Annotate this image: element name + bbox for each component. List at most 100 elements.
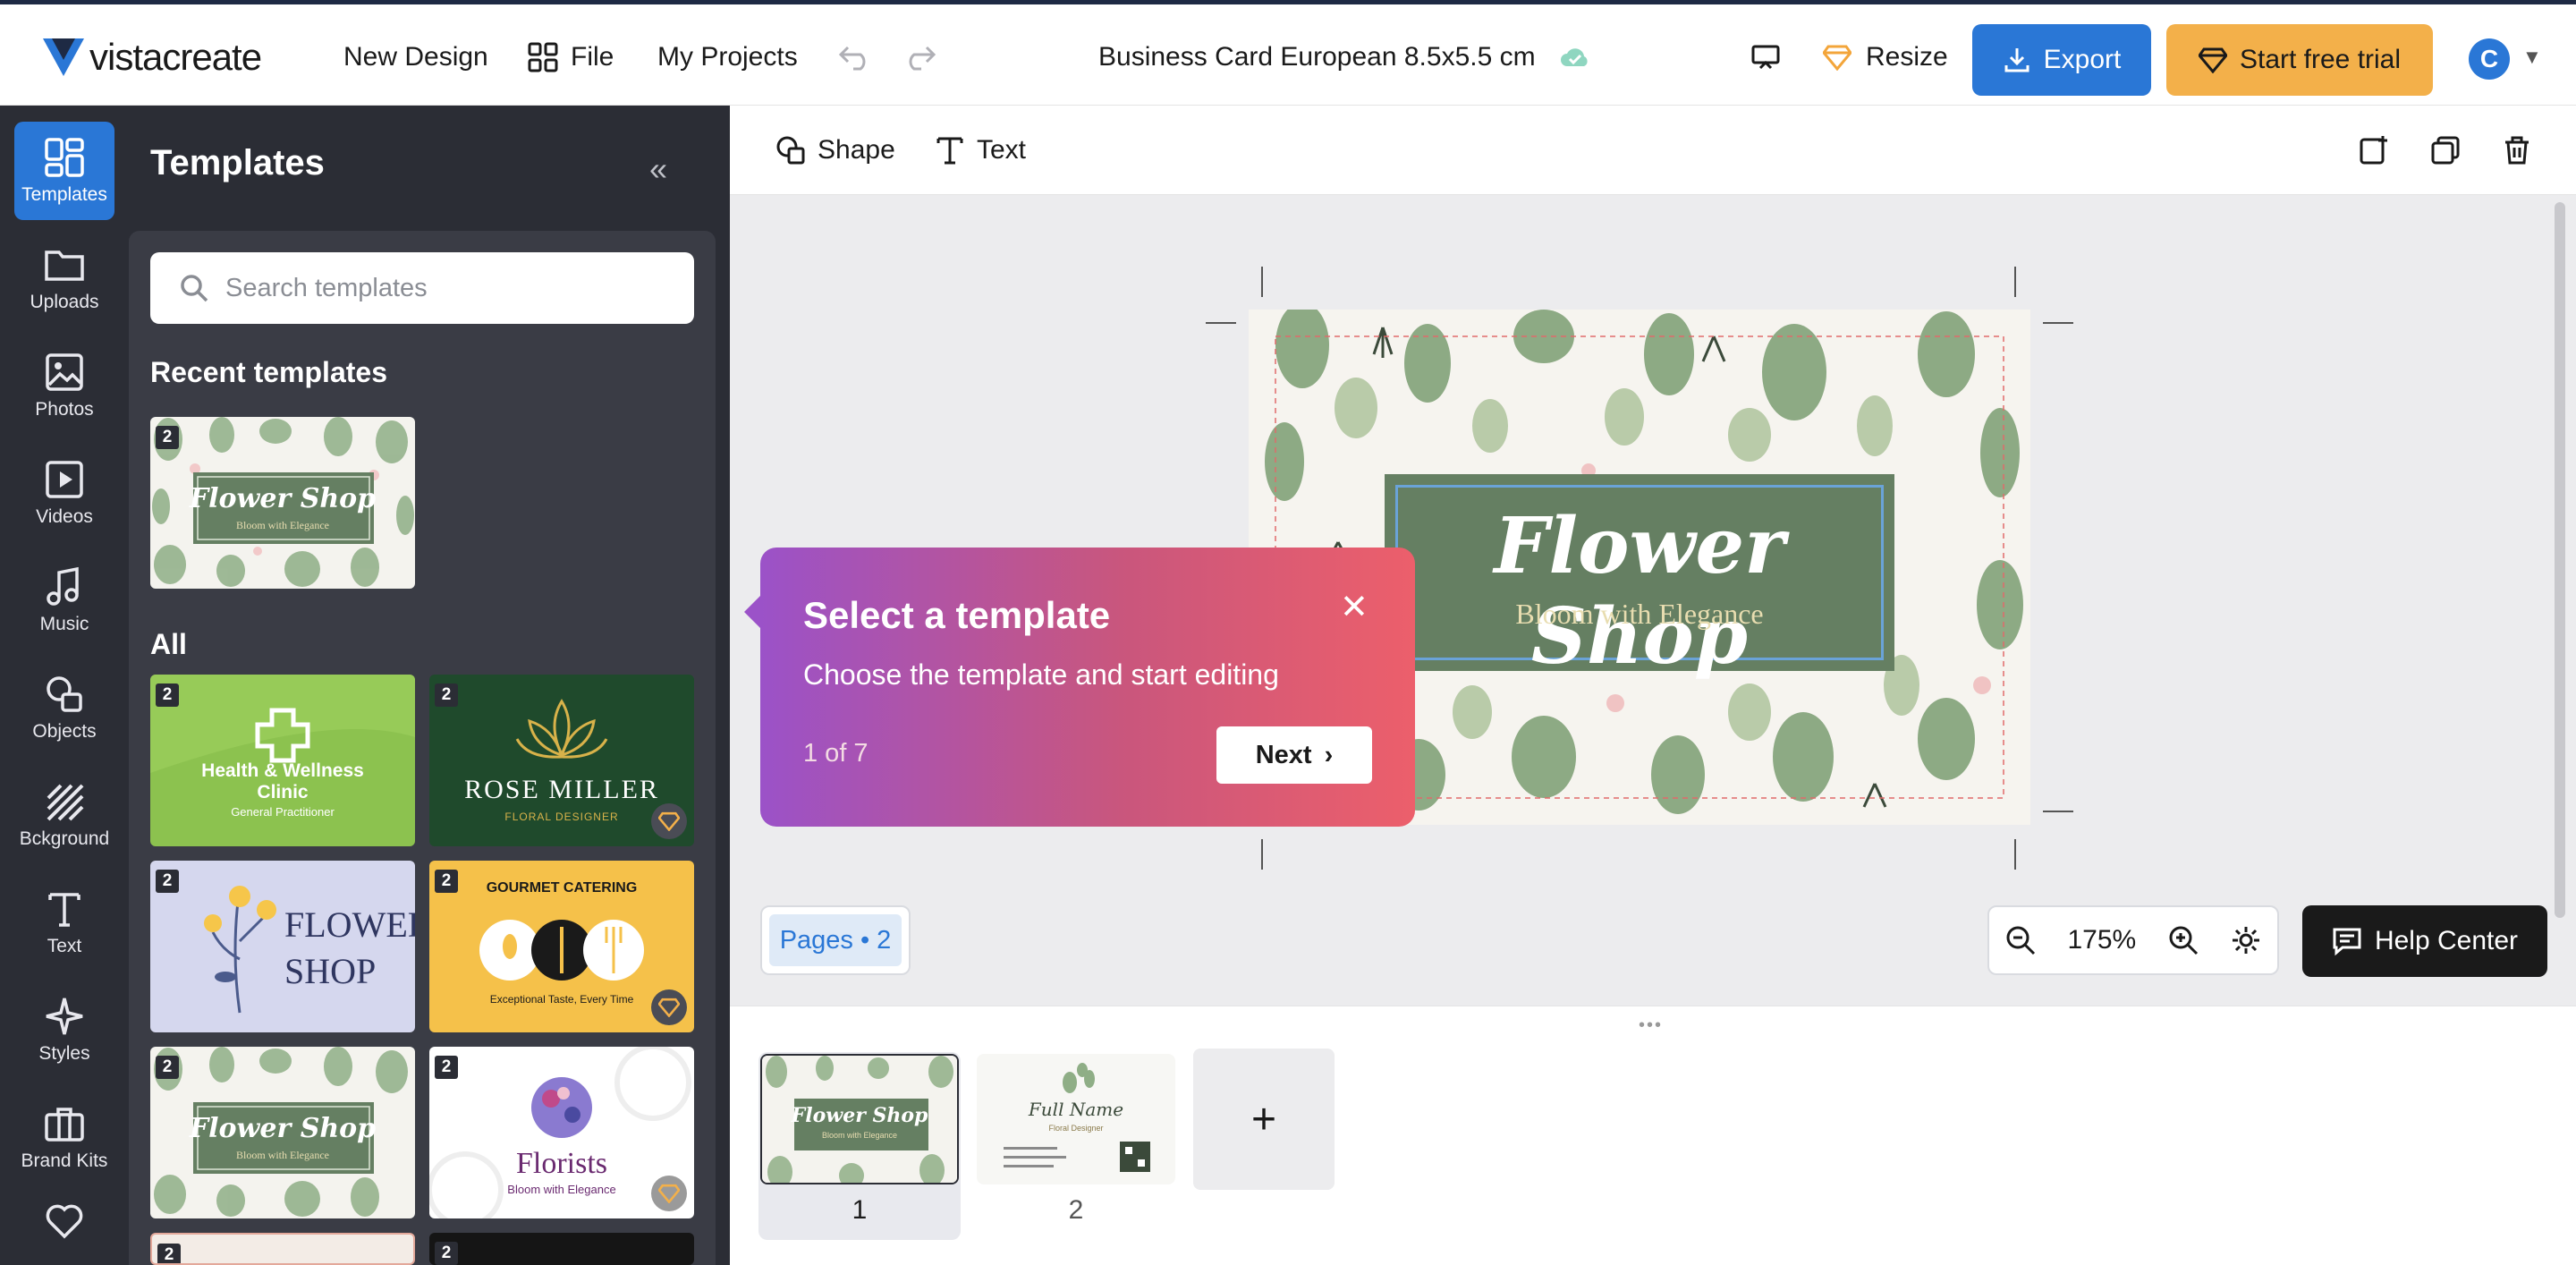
present-icon <box>1751 45 1780 70</box>
zoom-in-icon[interactable] <box>2167 924 2199 956</box>
card-title-box[interactable]: Flower Shop Bloom with Elegance <box>1385 474 1894 682</box>
recent-template-flower-shop[interactable]: Flower Shop Bloom with Elegance 2 <box>150 417 415 589</box>
page-thumbnail-2[interactable]: Full Name Floral Designer <box>977 1054 1175 1184</box>
template-health-wellness[interactable]: Health & Wellness Clinic General Practit… <box>150 675 415 846</box>
add-page-icon[interactable] <box>2358 106 2401 195</box>
heart-icon <box>46 1204 83 1239</box>
crop-mark <box>2014 839 2016 870</box>
rail-item-background[interactable]: Bckground <box>14 766 114 864</box>
rail-item-videos[interactable]: Videos <box>14 444 114 542</box>
rail-label-objects: Objects <box>32 721 97 742</box>
rail-item-photos[interactable]: Photos <box>14 336 114 435</box>
logo[interactable]: vistacreate <box>41 4 262 110</box>
my-projects-label: My Projects <box>657 42 798 72</box>
thumb-title: ROSE MILLER <box>464 775 659 804</box>
avatar-letter: C <box>2479 45 2499 72</box>
rail-item-music[interactable]: Music <box>14 551 114 649</box>
template-florists[interactable]: Florists Bloom with Elegance 2 <box>429 1047 694 1218</box>
my-projects-button[interactable]: My Projects <box>657 4 798 110</box>
template-partial-1[interactable]: 2 <box>150 1233 415 1265</box>
page-count-badge: 2 <box>156 1056 179 1079</box>
file-menu-button[interactable]: File <box>528 4 614 110</box>
rail-label-background: Bckground <box>19 828 110 849</box>
resize-handle-icon[interactable]: ••• <box>1639 1015 1663 1036</box>
search-input[interactable]: Search templates <box>150 252 694 324</box>
new-design-label: New Design <box>343 42 488 72</box>
page-thumbnail-1[interactable]: Flower Shop Bloom with Elegance <box>760 1054 959 1184</box>
pattern-icon <box>47 784 84 821</box>
pages-toggle-button[interactable]: Pages • 2 <box>760 905 911 975</box>
add-page-button[interactable]: + <box>1193 1049 1335 1190</box>
help-center-button[interactable]: Help Center <box>2302 905 2547 977</box>
settings-gear-icon[interactable] <box>2230 924 2262 956</box>
text-label: Text <box>977 135 1027 165</box>
template-rose-miller[interactable]: ROSE MILLER FLORAL DESIGNER 2 <box>429 675 694 846</box>
export-label: Export <box>2043 45 2122 74</box>
all-templates-heading: All <box>150 628 187 660</box>
rail-item-brand-kits[interactable]: Brand Kits <box>14 1088 114 1186</box>
onboarding-tooltip: Select a template Choose the template an… <box>744 548 1415 827</box>
duplicate-page-icon[interactable] <box>2429 106 2472 195</box>
grid-icon <box>45 138 84 177</box>
premium-diamond-icon <box>651 1176 687 1211</box>
redo-button[interactable] <box>902 4 937 110</box>
logo-mark-icon <box>43 38 84 76</box>
new-design-button[interactable]: New Design <box>343 4 488 110</box>
download-icon <box>2004 48 2029 72</box>
zoom-level[interactable]: 175% <box>2067 925 2136 955</box>
close-icon[interactable]: ✕ <box>1340 587 1368 627</box>
card-title[interactable]: Flower Shop <box>1385 501 1894 682</box>
collapse-panel-icon[interactable]: « <box>649 150 667 188</box>
shape-tool-button[interactable]: Shape <box>775 106 895 195</box>
present-button[interactable] <box>1750 4 1782 110</box>
redo-icon <box>909 46 936 71</box>
rail-item-text[interactable]: Text <box>14 873 114 972</box>
account-menu-chevron-icon[interactable]: ▼ <box>2522 4 2542 110</box>
delete-page-icon[interactable] <box>2501 106 2544 195</box>
rail-label-styles: Styles <box>38 1043 90 1064</box>
rail-label-photos: Photos <box>35 399 94 420</box>
panel-title: Templates <box>150 143 325 183</box>
resize-button[interactable]: Resize <box>1823 4 1948 110</box>
rail-item-favorites[interactable] <box>14 1192 114 1254</box>
crop-mark <box>2043 322 2073 324</box>
grid-icon <box>528 42 558 72</box>
export-button[interactable]: Export <box>1972 24 2151 96</box>
zoom-controls: 175% <box>1987 905 2279 975</box>
sparkle-icon <box>46 998 83 1035</box>
text-tool-button[interactable]: Text <box>934 106 1026 195</box>
thumb-subtitle: Bloom with Elegance <box>236 519 329 531</box>
thumb-subtitle: Bloom with Elegance <box>821 1131 898 1140</box>
start-free-trial-button[interactable]: Start free trial <box>2166 24 2433 96</box>
thumb-subtitle: Bloom with Elegance <box>236 1149 329 1161</box>
rail-label-uploads: Uploads <box>30 292 99 312</box>
avatar[interactable]: C <box>2469 38 2510 80</box>
tooltip-step-counter: 1 of 7 <box>803 739 869 768</box>
canvas-scrollbar[interactable] <box>2555 202 2565 918</box>
card-subtitle[interactable]: Bloom with Elegance <box>1385 598 1894 631</box>
page-count-badge: 2 <box>156 426 179 449</box>
template-flower-shop[interactable]: Flower Shop Bloom with Elegance 2 <box>150 1047 415 1218</box>
crop-mark <box>1261 267 1263 297</box>
undo-button[interactable] <box>837 4 873 110</box>
thumb-title: Health & Wellness Clinic <box>201 760 364 802</box>
thumb-title: Full Name <box>1028 1099 1124 1120</box>
tooltip-next-button[interactable]: Next › <box>1216 726 1372 784</box>
page-count-badge: 2 <box>435 1056 458 1079</box>
trial-label: Start free trial <box>2239 45 2402 74</box>
rail-item-uploads[interactable]: Uploads <box>14 229 114 327</box>
template-gourmet-catering[interactable]: GOURMET CATERING Exceptional Taste, Ever… <box>429 861 694 1032</box>
rail-item-objects[interactable]: Objects <box>14 658 114 757</box>
document-title[interactable]: Business Card European 8.5x5.5 cm <box>1098 4 1591 110</box>
rail-item-styles[interactable]: Styles <box>14 981 114 1079</box>
thumb-title: Flower Shop <box>189 1113 377 1144</box>
rail-item-templates[interactable]: Templates <box>14 122 114 220</box>
template-partial-2[interactable]: 2 <box>429 1233 694 1265</box>
zoom-out-icon[interactable] <box>2004 924 2037 956</box>
thumb-subtitle: General Practitioner <box>231 805 335 819</box>
template-flower-shop-lilac[interactable]: FLOWER SHOP 2 <box>150 861 415 1032</box>
plus-icon: + <box>1250 1095 1277 1143</box>
help-label: Help Center <box>2374 926 2519 955</box>
crop-mark <box>2014 267 2016 297</box>
search-placeholder: Search templates <box>225 273 428 302</box>
